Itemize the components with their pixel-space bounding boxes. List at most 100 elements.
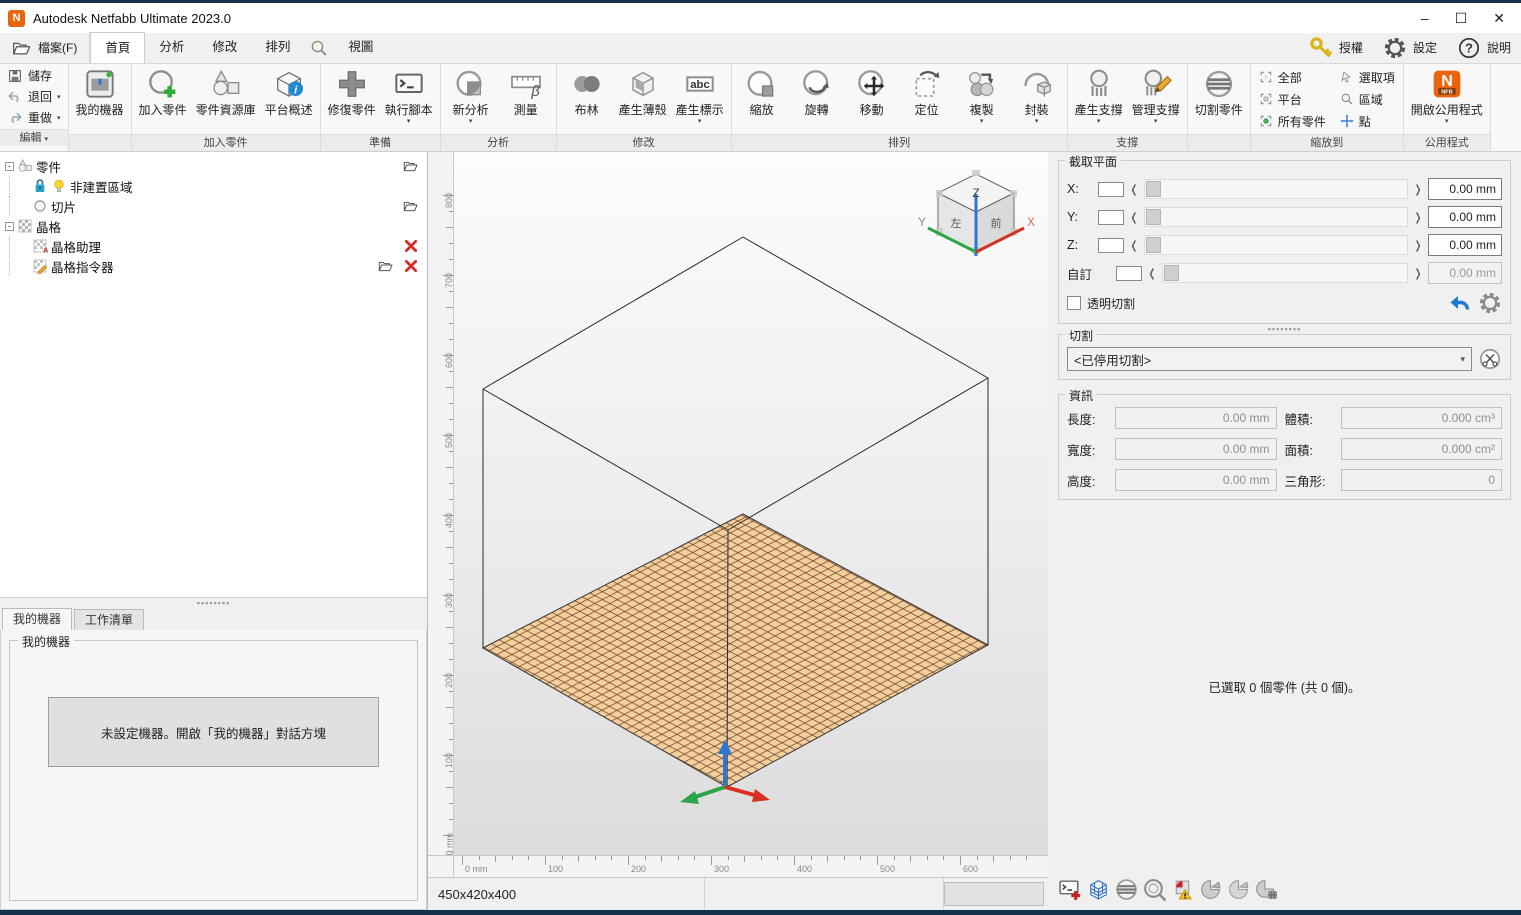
clip-plane-checkbox[interactable] (1098, 238, 1124, 253)
ribbon-button-zoom-parts[interactable]: 所有零件 (1259, 110, 1326, 132)
dropdown-arrow-icon[interactable]: ▾ (1445, 119, 1449, 125)
ribbon-button-scale[interactable]: 縮放 (735, 66, 789, 132)
ribbon-button-shell[interactable]: 產生薄殼 (615, 66, 671, 132)
machine-tab-1[interactable]: 工作清單 (74, 609, 144, 630)
maximize-button[interactable]: ☐ (1455, 10, 1468, 27)
cuts-dropdown[interactable]: <已停用切割> ▾ (1067, 347, 1472, 371)
clip-plane-value[interactable]: 0.00 mm (1428, 206, 1502, 228)
tree-item-5[interactable]: 晶格指令器 (2, 256, 425, 276)
slider-thumb[interactable] (1164, 265, 1179, 281)
slider-decrement-arrow[interactable]: ❬ (1129, 239, 1139, 252)
ribbon-button-save[interactable]: 儲存 (4, 65, 64, 86)
red-x-icon[interactable] (403, 238, 419, 254)
machine-message-box[interactable]: 未設定機器。開啟「我的機器」對話方塊 (48, 697, 379, 767)
dropdown-arrow-icon[interactable]: ▾ (57, 114, 61, 122)
ribbon-button-platform-info[interactable]: i平台概述 (261, 66, 317, 132)
ribbon-button-repair[interactable]: 修復零件 (324, 66, 380, 132)
tree-item-0[interactable]: -零件 (2, 156, 425, 176)
menubar-action-help[interactable]: ?說明 (1447, 32, 1521, 63)
ribbon-button-pack[interactable]: 封裝▾ (1010, 66, 1064, 132)
part-warning-icon[interactable] (1170, 877, 1195, 902)
reset-clipping-icon[interactable] (1448, 291, 1472, 315)
ribbon-button-script[interactable]: 執行腳本▾ (381, 66, 437, 132)
transparent-cut-checkbox[interactable] (1067, 296, 1081, 310)
lattice-blue-icon[interactable] (1086, 877, 1111, 902)
menubar-action-gear[interactable]: 設定 (1373, 32, 1447, 63)
clip-plane-value[interactable]: 0.00 mm (1428, 262, 1502, 284)
ribbon-button-move[interactable]: 移動 (845, 66, 899, 132)
ribbon-button-machine[interactable]: 我的機器 (72, 66, 128, 132)
ribbon-button-slice[interactable]: 切割零件 (1191, 66, 1247, 132)
part-curve2-icon[interactable] (1226, 877, 1251, 902)
ribbon-button-zoom-point[interactable]: 點 (1340, 110, 1395, 132)
slider-decrement-arrow[interactable]: ❬ (1129, 183, 1139, 196)
ribbon-button-abc[interactable]: abc產生標示▾ (672, 66, 728, 132)
viewport-canvas[interactable]: Z Y X 左 前 (454, 152, 1048, 855)
clip-plane-slider[interactable] (1144, 179, 1408, 199)
part-curve-icon[interactable] (1198, 877, 1223, 902)
minimize-button[interactable]: – (1421, 10, 1429, 27)
tab-1[interactable]: 分析 (145, 32, 198, 63)
dropdown-arrow-icon[interactable]: ▾ (469, 119, 473, 125)
machine-tab-0[interactable]: 我的機器 (2, 608, 72, 630)
ribbon-button-measure[interactable]: β測量 (499, 66, 553, 132)
search-icon[interactable] (304, 32, 334, 63)
clip-plane-checkbox[interactable] (1098, 210, 1124, 225)
ribbon-button-add-part[interactable]: 加入零件 (135, 66, 191, 132)
ribbon-button-zoom-platform[interactable]: 平台 (1259, 88, 1326, 110)
ribbon-button-position[interactable]: 定位 (900, 66, 954, 132)
clip-plane-slider[interactable] (1144, 235, 1408, 255)
tab-home[interactable]: 首頁 (90, 32, 145, 63)
ribbon-button-boolean[interactable]: 布林 (560, 66, 614, 132)
part-save-icon[interactable] (1254, 877, 1279, 902)
clip-plane-checkbox[interactable] (1098, 182, 1124, 197)
script-add-icon[interactable] (1058, 877, 1083, 902)
navigation-cube[interactable]: Z Y X 左 前 (914, 164, 1038, 272)
red-x-icon[interactable] (403, 258, 419, 274)
ribbon-button-part-library[interactable]: 零件資源庫 (192, 66, 260, 132)
ribbon-button-redo[interactable]: 重做▾ (4, 107, 64, 128)
clip-plane-slider[interactable] (1162, 263, 1408, 283)
ribbon-button-support[interactable]: 產生支撐▾ (1071, 66, 1127, 132)
tree-item-2[interactable]: 切片 (2, 196, 425, 216)
clip-plane-value[interactable]: 0.00 mm (1428, 178, 1502, 200)
tab-4[interactable]: 視圖 (334, 32, 387, 63)
slider-thumb[interactable] (1146, 209, 1161, 225)
new-cut-scissors-icon[interactable] (1478, 347, 1502, 371)
dropdown-arrow-icon[interactable]: ▾ (1035, 119, 1039, 125)
ribbon-button-duplicate[interactable]: 複製▾ (955, 66, 1009, 132)
tab-3[interactable]: 排列 (251, 32, 304, 63)
ribbon-button-undo[interactable]: 退回▾ (4, 86, 64, 107)
tree-item-1[interactable]: 非建置區域 (2, 176, 425, 196)
dropdown-arrow-icon[interactable]: ▾ (1097, 119, 1101, 125)
close-button[interactable]: ✕ (1493, 10, 1505, 27)
slider-increment-arrow[interactable]: ❭ (1413, 267, 1423, 280)
slider-thumb[interactable] (1146, 181, 1161, 197)
ribbon-button-rotate[interactable]: 旋轉 (790, 66, 844, 132)
folder-open-icon[interactable] (378, 258, 394, 274)
folder-open-icon[interactable] (403, 158, 419, 174)
ribbon-button-netfabb[interactable]: NNFB開啟公用程式▾ (1407, 66, 1487, 132)
tab-2[interactable]: 修改 (198, 32, 251, 63)
ribbon-button-analysis[interactable]: 新分析▾ (444, 66, 498, 132)
ribbon-button-zoom-selection[interactable]: 選取項 (1340, 66, 1395, 88)
slider-decrement-arrow[interactable]: ❬ (1147, 267, 1157, 280)
tree-expander-icon[interactable]: - (5, 222, 14, 231)
file-menu-button[interactable]: 檔案(F) (0, 32, 90, 63)
clipping-settings-gear-icon[interactable] (1478, 291, 1502, 315)
slider-increment-arrow[interactable]: ❭ (1413, 211, 1423, 224)
right-splitter[interactable]: ▪▪▪▪▪▪▪▪ (1058, 324, 1511, 334)
dropdown-arrow-icon[interactable]: ▾ (407, 119, 411, 125)
folder-open-icon[interactable] (403, 198, 419, 214)
ribbon-button-manage-support[interactable]: 管理支撐▾ (1128, 66, 1184, 132)
slider-increment-arrow[interactable]: ❭ (1413, 183, 1423, 196)
ribbon-button-zoom-region[interactable]: 區域 (1340, 88, 1395, 110)
slice-icon[interactable] (1114, 877, 1139, 902)
slider-increment-arrow[interactable]: ❭ (1413, 239, 1423, 252)
clip-plane-checkbox[interactable] (1116, 266, 1142, 281)
dropdown-arrow-icon[interactable]: ▾ (698, 119, 702, 125)
clip-plane-slider[interactable] (1144, 207, 1408, 227)
clip-plane-value[interactable]: 0.00 mm (1428, 234, 1502, 256)
left-splitter[interactable]: ▪▪▪▪▪▪▪▪ (0, 598, 427, 608)
dropdown-arrow-icon[interactable]: ▾ (980, 119, 984, 125)
